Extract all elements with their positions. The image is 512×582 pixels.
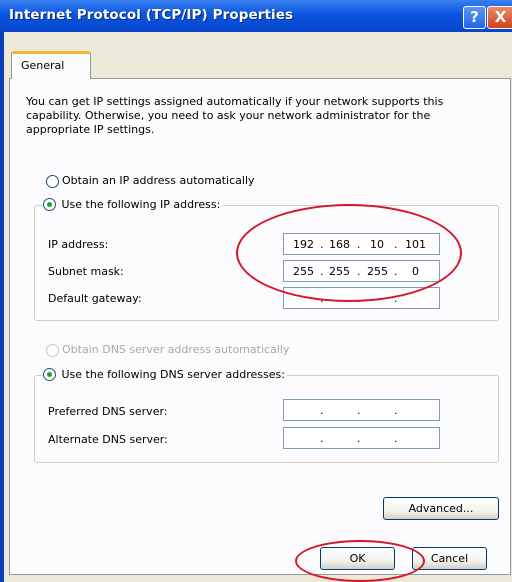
close-button[interactable]: X (487, 6, 512, 29)
obtain-ip-auto-radio[interactable] (46, 175, 59, 188)
advanced-button[interactable]: Advanced... (383, 497, 499, 520)
ip-manual-caption: Use the following IP address: (43, 197, 223, 211)
general-tab-panel: You can get IP settings assigned automat… (9, 78, 511, 575)
help-button[interactable]: ? (463, 6, 486, 29)
ok-button[interactable]: OK (320, 547, 395, 570)
tab-general[interactable]: General (11, 51, 91, 79)
tcpip-properties-dialog: Internet Protocol (TCP/IP) Properties ? … (0, 0, 512, 582)
title-bar[interactable]: Internet Protocol (TCP/IP) Properties ? … (0, 0, 512, 32)
use-following-dns-label[interactable]: Use the following DNS server addresses: (62, 368, 285, 381)
preferred-dns-label: Preferred DNS server: (48, 405, 168, 418)
alternate-dns-input[interactable]: . . . (283, 427, 440, 449)
default-gateway-label: Default gateway: (48, 292, 142, 305)
subnet-mask-label: Subnet mask: (48, 265, 124, 278)
subnet-mask-input[interactable]: 255 . 255 . 255 . 0 (283, 260, 440, 282)
use-following-ip-radio[interactable] (43, 197, 56, 211)
window-title: Internet Protocol (TCP/IP) Properties (9, 7, 294, 23)
ip-address-label: IP address: (48, 238, 109, 251)
ip-address-input[interactable]: 192 . 168 . 10 . 101 (283, 233, 440, 255)
use-following-ip-label[interactable]: Use the following IP address: (62, 198, 221, 211)
cancel-button[interactable]: Cancel (412, 547, 487, 570)
dialog-client-area: General You can get IP settings assigned… (4, 32, 512, 582)
alternate-dns-label: Alternate DNS server: (48, 433, 168, 446)
obtain-dns-auto-radio[interactable] (46, 344, 59, 357)
question-mark-icon: ? (470, 8, 479, 26)
use-following-dns-radio[interactable] (43, 367, 56, 381)
dns-manual-caption: Use the following DNS server addresses: (43, 367, 287, 381)
intro-text: You can get IP settings assigned automat… (26, 95, 444, 136)
default-gateway-input[interactable]: . . . (283, 287, 440, 309)
obtain-ip-auto-label[interactable]: Obtain an IP address automatically (62, 174, 255, 187)
preferred-dns-input[interactable]: . . . (283, 399, 440, 421)
tab-general-label: General (21, 59, 65, 72)
obtain-dns-auto-label[interactable]: Obtain DNS server address automatically (62, 343, 289, 356)
close-icon: X (494, 8, 507, 26)
